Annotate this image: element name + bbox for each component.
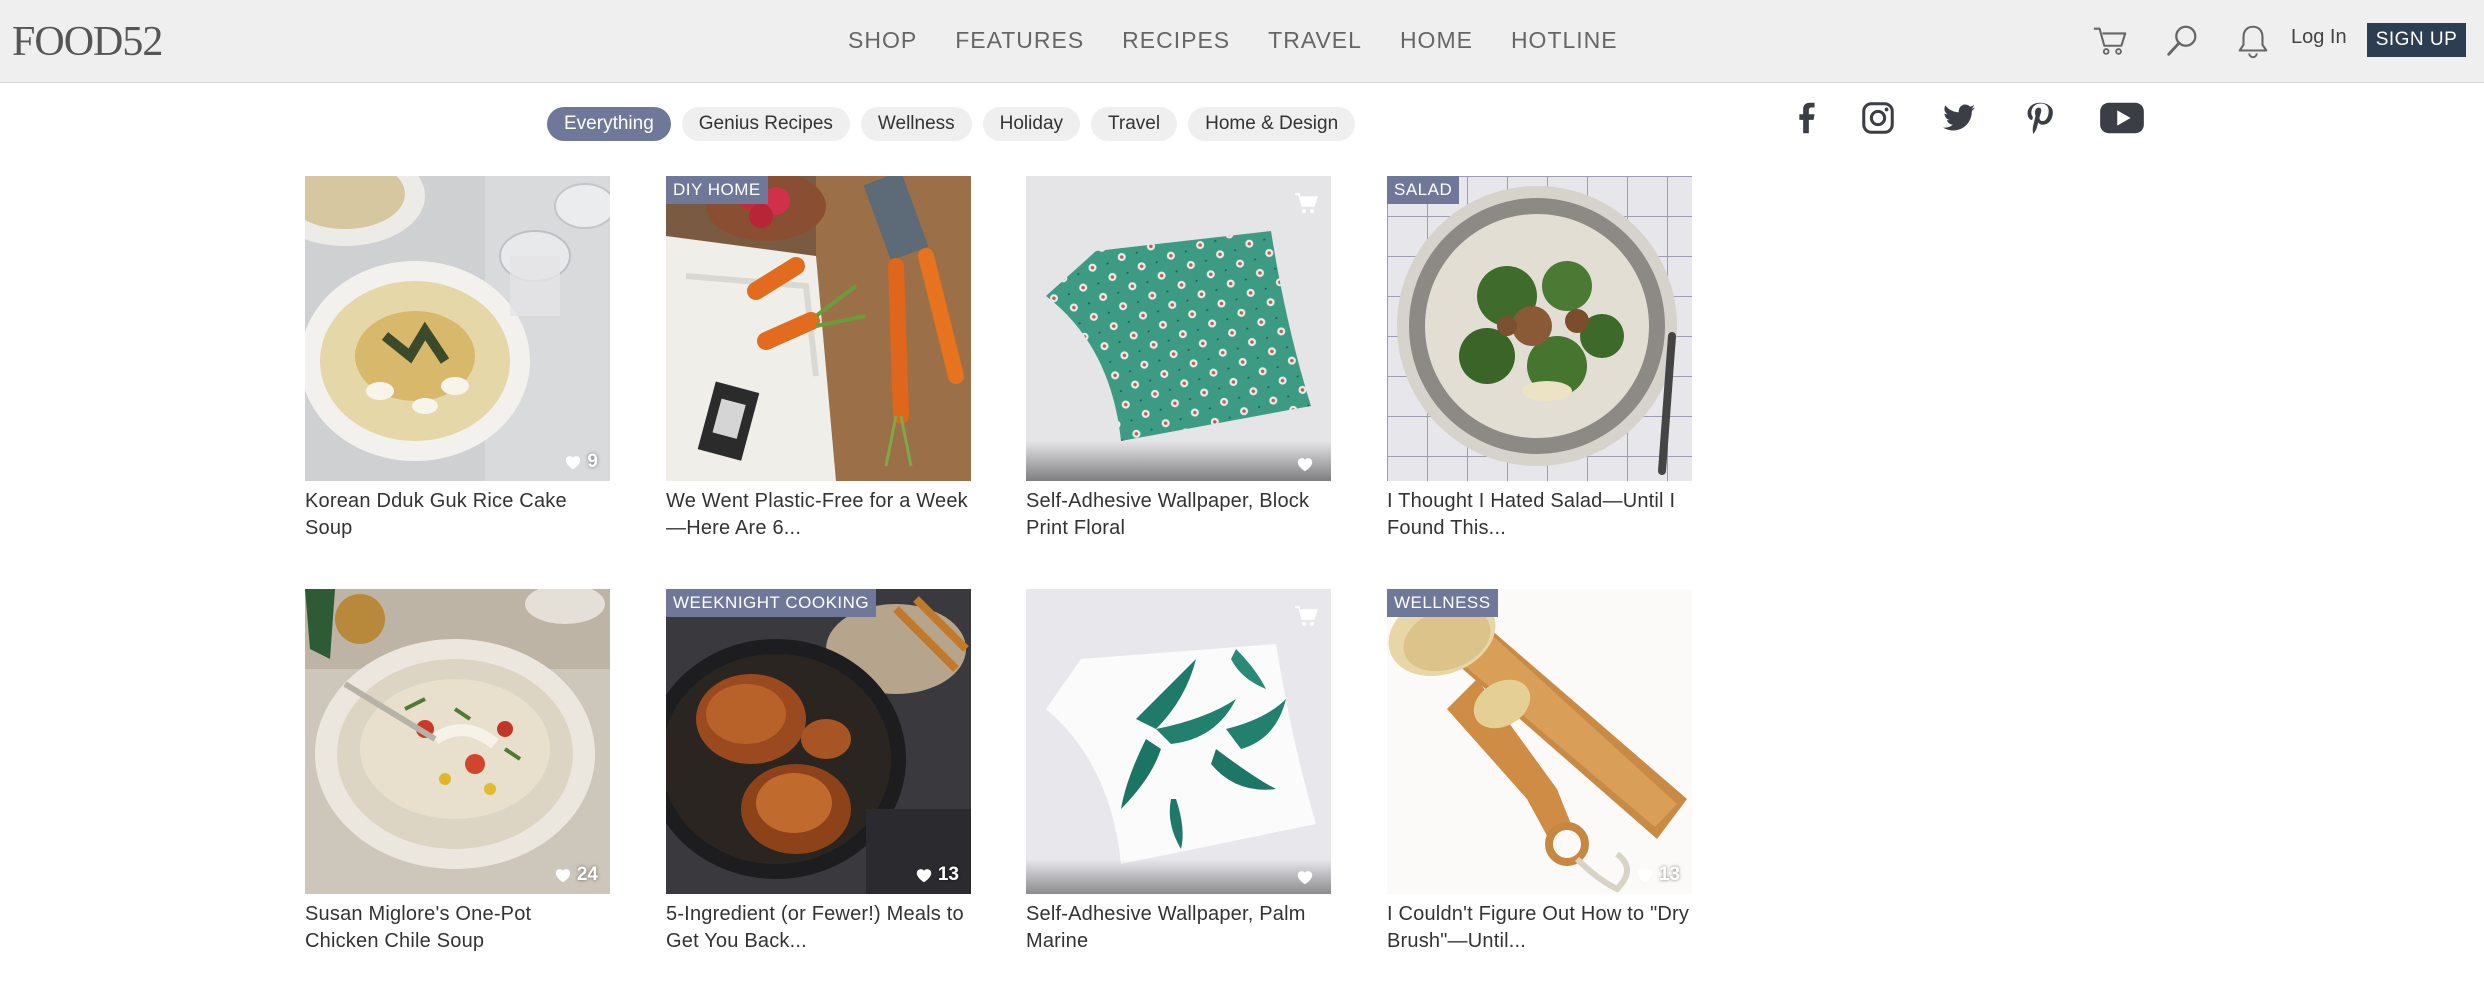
like-count[interactable]: 24 [554, 864, 598, 886]
filter-wellness[interactable]: Wellness [860, 107, 972, 141]
card-title[interactable]: Self-Adhesive Wallpaper, Block Print Flo… [1026, 488, 1331, 542]
heart-icon [1297, 458, 1313, 472]
card-dry-brush[interactable]: WELLNESS 13 I Couldn't Figure Out How to… [1387, 589, 1692, 955]
heart-icon [916, 869, 932, 883]
nav-recipes[interactable]: RECIPES [1122, 22, 1230, 58]
card-title[interactable]: We Went Plastic-Free for a Week—Here Are… [666, 488, 971, 542]
card-korean-dduk-guk[interactable]: 9 Korean Dduk Guk Rice Cake Soup [305, 176, 610, 542]
like-count-value: 13 [1658, 864, 1680, 885]
category-tag[interactable]: WEEKNIGHT COOKING [666, 589, 877, 617]
cart-icon[interactable] [2091, 22, 2129, 60]
roast-chicken-image [666, 589, 971, 894]
search-icon[interactable] [2163, 22, 2201, 60]
heart-icon [555, 869, 571, 883]
salad-image [1387, 176, 1692, 481]
like-count[interactable]: 13 [915, 864, 959, 886]
card-image[interactable]: WELLNESS 13 [1387, 589, 1692, 894]
card-chicken-chile-soup[interactable]: 24 Susan Miglore's One-Pot Chicken Chile… [305, 589, 610, 955]
nav-home[interactable]: HOME [1400, 22, 1473, 58]
card-salad[interactable]: SALAD I Thought I Hated Salad—Until I Fo… [1387, 176, 1692, 542]
pinterest-icon[interactable] [2017, 96, 2061, 140]
like-count[interactable]: 13 [1636, 864, 1680, 886]
card-image[interactable] [1026, 589, 1331, 894]
shop-cart-icon [1295, 193, 1319, 213]
card-title[interactable]: I Thought I Hated Salad—Until I Found Th… [1387, 488, 1692, 542]
like-count-value: 9 [587, 451, 598, 472]
card-title[interactable]: Susan Miglore's One-Pot Chicken Chile So… [305, 901, 610, 955]
card-title[interactable]: Korean Dduk Guk Rice Cake Soup [305, 488, 610, 542]
main-nav: SHOP FEATURES RECIPES TRAVEL HOME HOTLIN… [848, 22, 1656, 58]
nav-travel[interactable]: TRAVEL [1268, 22, 1362, 58]
instagram-icon[interactable] [1856, 96, 1900, 140]
card-wallpaper-block-print[interactable]: Self-Adhesive Wallpaper, Block Print Flo… [1026, 176, 1331, 542]
login-link[interactable]: Log In [2291, 26, 2347, 49]
filter-genius-recipes[interactable]: Genius Recipes [681, 107, 850, 141]
youtube-icon[interactable] [2097, 96, 2147, 140]
filter-everything[interactable]: Everything [547, 107, 671, 141]
nav-shop[interactable]: SHOP [848, 22, 917, 58]
carrots-image [666, 176, 971, 481]
card-image[interactable]: WEEKNIGHT COOKING 13 [666, 589, 971, 894]
soup-image [305, 176, 610, 481]
nav-features[interactable]: FEATURES [955, 22, 1084, 58]
heart-icon [566, 456, 581, 470]
dry-brush-image [1387, 589, 1692, 894]
filter-holiday[interactable]: Holiday [982, 107, 1081, 141]
card-image[interactable]: SALAD [1387, 176, 1692, 481]
card-image[interactable] [1026, 176, 1331, 481]
social-links [1784, 96, 2164, 140]
card-title[interactable]: 5-Ingredient (or Fewer!) Meals to Get Yo… [666, 901, 971, 955]
card-image[interactable]: DIY HOME [666, 176, 971, 481]
site-header: FOOD52 SHOP FEATURES RECIPES TRAVEL HOME… [0, 0, 2484, 83]
site-logo[interactable]: FOOD52 [12, 14, 163, 70]
filter-travel[interactable]: Travel [1091, 107, 1178, 141]
card-wallpaper-palm-marine[interactable]: Self-Adhesive Wallpaper, Palm Marine [1026, 589, 1331, 955]
category-filters: Everything Genius Recipes Wellness Holid… [547, 107, 1366, 141]
card-five-ingredient-meals[interactable]: WEEKNIGHT COOKING 13 5-Ingredient (or Fe… [666, 589, 971, 955]
chicken-soup-image [305, 589, 610, 894]
like-button[interactable] [1296, 455, 1319, 473]
wallpaper-floral-image [1026, 176, 1331, 481]
category-tag[interactable]: SALAD [1387, 176, 1460, 204]
card-image[interactable]: 24 [305, 589, 610, 894]
signup-button[interactable]: SIGN UP [2367, 23, 2466, 57]
card-title[interactable]: I Couldn't Figure Out How to "Dry Brush"… [1387, 901, 1692, 955]
wallpaper-palm-image [1026, 589, 1331, 894]
category-tag[interactable]: WELLNESS [1387, 589, 1498, 617]
like-count-value: 13 [937, 864, 959, 885]
like-count-value: 24 [576, 864, 598, 885]
twitter-icon[interactable] [1937, 96, 1981, 140]
like-button[interactable] [1296, 868, 1319, 886]
facebook-icon[interactable] [1784, 96, 1828, 140]
nav-hotline[interactable]: HOTLINE [1511, 22, 1618, 58]
card-plastic-free[interactable]: DIY HOME We Went Plastic-Free for a Week… [666, 176, 971, 542]
shop-cart-icon [1295, 606, 1319, 626]
filter-home-design[interactable]: Home & Design [1188, 107, 1356, 141]
heart-icon [1637, 869, 1653, 883]
bell-icon[interactable] [2234, 22, 2272, 60]
category-tag[interactable]: DIY HOME [666, 176, 768, 204]
card-image[interactable]: 9 [305, 176, 610, 481]
like-count[interactable]: 9 [564, 451, 598, 473]
card-title[interactable]: Self-Adhesive Wallpaper, Palm Marine [1026, 901, 1331, 955]
heart-icon [1297, 871, 1313, 885]
